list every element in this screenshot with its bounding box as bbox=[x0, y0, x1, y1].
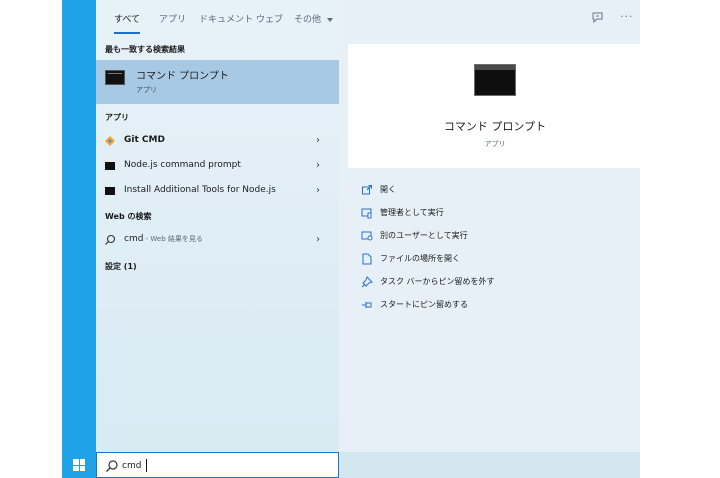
terminal-icon bbox=[105, 187, 115, 195]
taskbar-area bbox=[339, 452, 640, 478]
active-tab-indicator bbox=[114, 32, 141, 34]
start-button[interactable] bbox=[62, 452, 96, 478]
command-prompt-icon bbox=[105, 70, 125, 85]
list-item-label: cmd - Web 結果を見る bbox=[124, 234, 203, 244]
best-match-subtitle: アプリ bbox=[136, 86, 157, 94]
list-item-nodejs-prompt[interactable]: Node.js command prompt › bbox=[96, 154, 339, 178]
pin-start-icon bbox=[362, 302, 372, 308]
filter-bar: すべて アプリ ドキュメント ウェブ その他 ··· bbox=[96, 0, 640, 38]
apps-header: アプリ bbox=[105, 113, 129, 122]
open-icon bbox=[362, 185, 372, 195]
tab-label: ドキュメント bbox=[199, 15, 254, 25]
list-item-git-cmd[interactable]: Git CMD › bbox=[96, 129, 339, 153]
text-cursor bbox=[146, 459, 147, 472]
settings-header[interactable]: 設定 (1) bbox=[105, 261, 137, 272]
preview-subtitle: アプリ bbox=[484, 140, 506, 148]
best-match-header: 最も一致する検索結果 bbox=[105, 45, 185, 54]
preview-card: コマンド プロンプト アプリ bbox=[348, 44, 642, 168]
web-search-header: Web の検索 bbox=[105, 212, 152, 221]
chevron-right-icon[interactable]: › bbox=[316, 135, 320, 146]
tab-label: すべて bbox=[114, 15, 141, 25]
search-panel: すべて アプリ ドキュメント ウェブ その他 ··· 最も一致する検索結果 コマ… bbox=[96, 0, 642, 452]
best-match-title: コマンド プロンプト bbox=[136, 71, 229, 82]
more-options-icon[interactable]: ··· bbox=[620, 10, 634, 23]
web-query: cmd bbox=[124, 234, 144, 244]
feedback-icon[interactable] bbox=[591, 10, 605, 24]
tab-more[interactable]: その他 bbox=[294, 12, 333, 34]
tab-documents[interactable]: ドキュメント bbox=[199, 12, 253, 34]
git-icon bbox=[105, 136, 115, 146]
tab-web[interactable]: ウェブ bbox=[256, 12, 283, 34]
tab-all[interactable]: すべて bbox=[114, 12, 141, 34]
action-label: 別のユーザーとして実行 bbox=[380, 231, 468, 240]
list-item-web-search[interactable]: cmd - Web 結果を見る › bbox=[96, 228, 339, 252]
chevron-right-icon[interactable]: › bbox=[316, 234, 320, 245]
search-input[interactable] bbox=[122, 457, 322, 474]
list-item-label: Install Additional Tools for Node.js bbox=[124, 185, 276, 195]
terminal-icon bbox=[105, 162, 115, 170]
run-as-other-user-icon bbox=[361, 231, 373, 241]
unpin-taskbar-icon bbox=[361, 276, 373, 288]
search-icon bbox=[106, 460, 118, 472]
action-label: タスク バーからピン留めを外す bbox=[380, 277, 495, 286]
action-label: スタートにピン留めする bbox=[380, 300, 468, 309]
list-item-label: Node.js command prompt bbox=[124, 160, 241, 170]
tab-label: アプリ bbox=[159, 15, 187, 25]
tab-label: その他 bbox=[294, 15, 322, 25]
chevron-right-icon[interactable]: › bbox=[316, 185, 320, 196]
windows-logo-icon bbox=[73, 459, 85, 471]
action-label: 開く bbox=[380, 185, 396, 194]
chevron-right-icon[interactable]: › bbox=[316, 160, 320, 171]
file-location-icon bbox=[362, 253, 372, 265]
tab-label: ウェブ bbox=[256, 15, 284, 25]
preview-title: コマンド プロンプト bbox=[443, 120, 547, 133]
action-label: ファイルの場所を開く bbox=[380, 254, 460, 263]
taskbar-search-box[interactable] bbox=[96, 452, 339, 478]
list-item-nodejs-tools[interactable]: Install Additional Tools for Node.js › bbox=[96, 179, 339, 203]
tab-apps[interactable]: アプリ bbox=[159, 12, 186, 34]
run-as-admin-icon bbox=[361, 208, 372, 219]
web-suffix: - Web 結果を見る bbox=[143, 235, 203, 243]
search-icon bbox=[105, 234, 116, 245]
command-prompt-icon bbox=[474, 64, 516, 96]
list-item-label: Git CMD bbox=[124, 135, 165, 145]
best-match-item[interactable]: コマンド プロンプト アプリ bbox=[96, 60, 339, 104]
action-label: 管理者として実行 bbox=[380, 208, 444, 217]
taskbar bbox=[62, 0, 96, 478]
chevron-down-icon bbox=[326, 17, 333, 22]
